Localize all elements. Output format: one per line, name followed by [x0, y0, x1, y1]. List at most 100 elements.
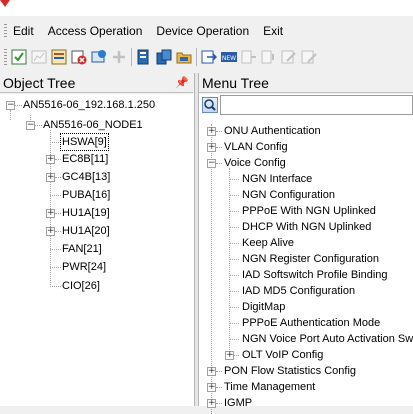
tree-card[interactable]: PWR[24] [62, 259, 106, 275]
tree-line [216, 387, 222, 388]
check-icon[interactable] [11, 49, 27, 65]
tree-line [229, 195, 239, 196]
tree-card[interactable]: GC4B[13] [62, 169, 110, 185]
menu-keep-alive[interactable]: Keep Alive [242, 235, 294, 251]
tree-card[interactable]: HSWA[9] [60, 133, 109, 151]
tree-line [216, 147, 222, 148]
tree-line [50, 142, 61, 143]
search-icon [204, 99, 216, 111]
expand-icon[interactable]: + [207, 383, 216, 392]
expand-icon[interactable]: + [46, 227, 55, 236]
menu-digitmap[interactable]: DigitMap [242, 299, 285, 315]
tree-line [229, 275, 239, 276]
connect-icon[interactable] [241, 49, 257, 65]
menu-bar: Edit Access Operation Device Operation E… [0, 20, 413, 42]
menu-pon-flow-stats[interactable]: PON Flow Statistics Config [224, 363, 356, 379]
tree-line [216, 163, 222, 164]
menu-exit[interactable]: Exit [263, 24, 283, 38]
tree-line [234, 355, 239, 356]
expand-icon[interactable]: + [225, 351, 234, 360]
tree-line [229, 307, 239, 308]
tree-card[interactable]: CIO[26] [62, 278, 100, 294]
menu-igmp[interactable]: IGMP [224, 395, 252, 411]
new-icon[interactable]: NEW [221, 49, 237, 65]
menu-iad-softswitch[interactable]: IAD Softswitch Profile Binding [242, 267, 388, 283]
tree-line [15, 105, 22, 106]
menu-edit[interactable]: Edit [13, 24, 34, 38]
expand-icon[interactable]: + [207, 399, 216, 408]
device-icon[interactable] [136, 49, 152, 65]
menu-tree-header: Menu Tree [199, 73, 413, 93]
menu-pppoe-ngn[interactable]: PPPoE With NGN Uplinked [242, 203, 376, 219]
tree-root[interactable]: AN5516-06_192.168.1.250 [23, 97, 155, 113]
tree-line [55, 231, 61, 232]
tree-line [216, 403, 222, 404]
menu-iad-md5[interactable]: IAD MD5 Configuration [242, 283, 355, 299]
tree-line [216, 371, 222, 372]
menu-onu-authentication[interactable]: ONU Authentication [224, 123, 321, 139]
collapse-icon[interactable]: − [207, 159, 216, 168]
menu-time-management[interactable]: Time Management [224, 379, 315, 395]
list-icon[interactable] [51, 49, 67, 65]
menu-pppoe-auth-mode[interactable]: PPPoE Authentication Mode [242, 315, 380, 331]
expand-icon[interactable]: + [46, 173, 55, 182]
tree-line [55, 159, 61, 160]
add-icon[interactable] [111, 49, 127, 65]
collapse-icon[interactable]: − [6, 101, 15, 110]
search-button[interactable] [202, 97, 218, 113]
refresh-icon[interactable] [91, 49, 107, 65]
menu-tree-title: Menu Tree [202, 75, 269, 91]
tree-line [10, 110, 11, 120]
menu-access-operation[interactable]: Access Operation [48, 24, 143, 38]
tree-card[interactable]: HU1A[19] [62, 205, 110, 221]
object-tree-header: Object Tree 📌 [0, 73, 193, 93]
tree-line [50, 249, 61, 250]
device-group-icon[interactable] [156, 49, 172, 65]
search-input[interactable] [220, 95, 413, 115]
chart-icon[interactable] [31, 49, 47, 65]
object-tree: − AN5516-06_192.168.1.250 − AN5516-06_NO… [0, 94, 194, 406]
svg-text:NEW: NEW [222, 55, 236, 62]
menu-ngn-interface[interactable]: NGN Interface [242, 171, 312, 187]
menu-ngn-register[interactable]: NGN Register Configuration [242, 251, 379, 267]
tree-line [229, 323, 239, 324]
pin-icon[interactable]: 📌 [175, 73, 189, 93]
menu-voice-config[interactable]: Voice Config [224, 155, 286, 171]
expand-icon[interactable]: + [207, 367, 216, 376]
toolbar-separator [131, 48, 132, 66]
edit-icon[interactable] [281, 49, 297, 65]
toolbar-grip[interactable] [4, 49, 7, 65]
tree-card[interactable]: FAN[21] [62, 241, 102, 257]
tree-line [50, 286, 61, 287]
menu-ngn-configuration[interactable]: NGN Configuration [242, 187, 335, 203]
collapse-icon[interactable]: − [26, 121, 35, 130]
tree-line [50, 267, 61, 268]
menu-vlan-config[interactable]: VLAN Config [224, 139, 288, 155]
disconnect-icon[interactable] [261, 49, 277, 65]
tree-line [35, 125, 42, 126]
properties-icon[interactable] [301, 49, 317, 65]
tree-line [229, 291, 239, 292]
menu-ngn-voice-port[interactable]: NGN Voice Port Auto Activation Swit [242, 331, 413, 347]
menubar-grip[interactable] [4, 24, 7, 38]
delete-icon[interactable] [71, 49, 87, 65]
tree-line [216, 131, 222, 132]
tree-node[interactable]: AN5516-06_NODE1 [43, 117, 143, 133]
menu-olt-voip-config[interactable]: OLT VoIP Config [242, 347, 323, 363]
menu-device-operation[interactable]: Device Operation [156, 24, 249, 38]
export-icon[interactable] [201, 49, 217, 65]
menu-tree: + ONU Authentication + VLAN Config − Voi… [199, 94, 413, 414]
toolbar: NEW [0, 44, 413, 70]
expand-icon[interactable]: + [207, 127, 216, 136]
tree-card[interactable]: EC8B[11] [62, 151, 108, 167]
tree-card[interactable]: HU1A[20] [62, 223, 110, 239]
expand-icon[interactable]: + [207, 143, 216, 152]
object-tree-title: Object Tree [3, 75, 76, 91]
expand-icon[interactable]: + [46, 209, 55, 218]
tree-card[interactable]: PUBA[16] [62, 187, 110, 203]
menu-dhcp-ngn[interactable]: DHCP With NGN Uplinked [242, 219, 371, 235]
tree-line [55, 213, 61, 214]
folder-icon[interactable] [176, 49, 192, 65]
expand-icon[interactable]: + [46, 155, 55, 164]
tree-line [229, 339, 239, 340]
